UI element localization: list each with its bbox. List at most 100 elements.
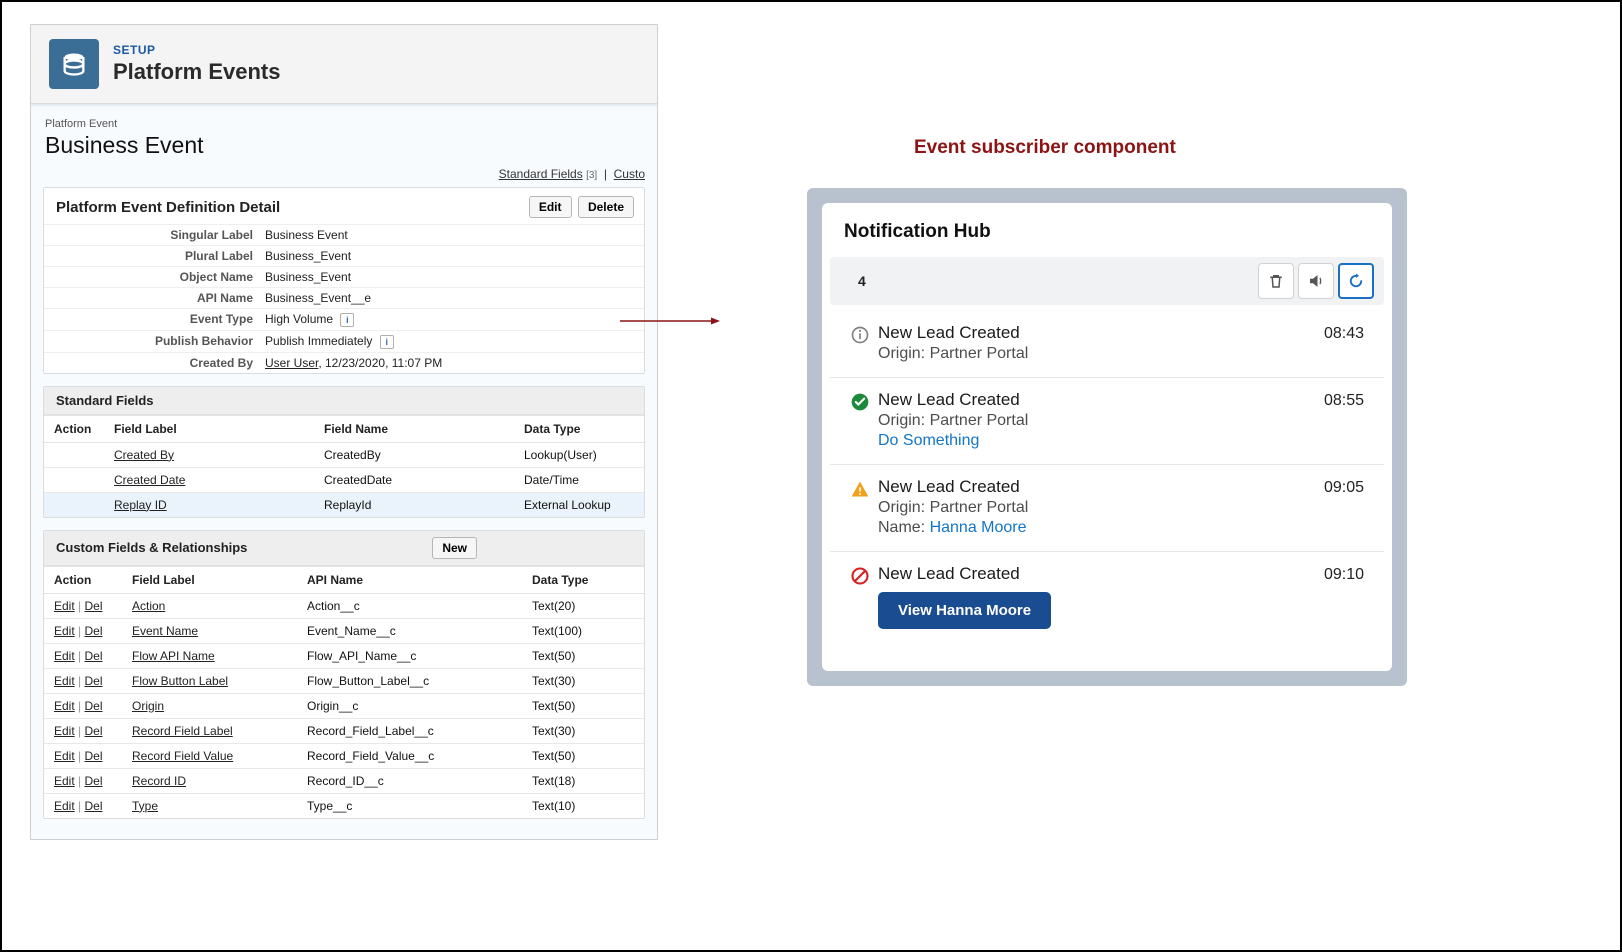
- hub-toolbar: 4: [830, 257, 1384, 305]
- object-name: Business Event: [43, 132, 645, 159]
- definition-label: Object Name: [44, 267, 259, 288]
- table-row: Created ByCreatedByLookup(User): [44, 442, 644, 467]
- notification-item: New Lead CreatedOrigin: Partner PortalNa…: [830, 464, 1384, 551]
- del-link[interactable]: Del: [84, 724, 102, 738]
- notification-record-link[interactable]: Hanna Moore: [930, 519, 1027, 536]
- table-row: Created DateCreatedDateDate/Time: [44, 467, 644, 492]
- warn-icon: [850, 477, 878, 504]
- notification-list: New Lead CreatedOrigin: Partner Portal08…: [822, 311, 1392, 643]
- edit-link[interactable]: Edit: [54, 699, 75, 713]
- notification-title: New Lead Created: [878, 323, 1324, 343]
- edit-link[interactable]: Edit: [54, 774, 75, 788]
- field-label-link[interactable]: Action: [132, 599, 165, 613]
- link-custom-fields[interactable]: Custo: [614, 167, 645, 181]
- notification-hub-panel: Notification Hub 4 New Lead CreatedOrigi…: [807, 188, 1407, 686]
- definition-label: Singular Label: [44, 225, 259, 246]
- column-header: Field Label: [104, 415, 314, 442]
- standard-fields-title: Standard Fields: [44, 387, 644, 415]
- right-title: Event subscriber component: [914, 137, 1176, 159]
- definition-value: Business_Event__e: [259, 288, 644, 309]
- del-link[interactable]: Del: [84, 599, 102, 613]
- info-icon: [850, 323, 878, 350]
- edit-link[interactable]: Edit: [54, 674, 75, 688]
- field-label-link[interactable]: Origin: [132, 699, 164, 713]
- field-label-link[interactable]: Flow Button Label: [132, 674, 228, 688]
- table-row: Edit | DelActionAction__cText(20): [44, 593, 644, 618]
- del-link[interactable]: Del: [84, 649, 102, 663]
- table-row: Edit | DelFlow Button LabelFlow_Button_L…: [44, 668, 644, 693]
- edit-link[interactable]: Edit: [54, 724, 75, 738]
- del-link[interactable]: Del: [84, 799, 102, 813]
- table-row: Replay IDReplayIdExternal Lookup: [44, 492, 644, 517]
- section-links: Standard Fields [3] | Custo: [43, 159, 645, 187]
- notification-subtitle: Origin: Partner Portal: [878, 412, 1324, 430]
- column-header: Field Label: [122, 566, 297, 593]
- column-header: Data Type: [522, 566, 644, 593]
- edit-link[interactable]: Edit: [54, 799, 75, 813]
- table-row: Edit | DelFlow API NameFlow_API_Name__cT…: [44, 643, 644, 668]
- refresh-icon-button[interactable]: [1338, 263, 1374, 299]
- field-label-link[interactable]: Event Name: [132, 624, 198, 638]
- definition-label: Event Type: [44, 309, 259, 331]
- hub-title: Notification Hub: [822, 221, 1392, 257]
- field-label-link[interactable]: Type: [132, 799, 158, 813]
- field-label-link[interactable]: Record Field Label: [132, 724, 233, 738]
- edit-link[interactable]: Edit: [54, 649, 75, 663]
- edit-link[interactable]: Edit: [54, 749, 75, 763]
- hub-count: 4: [840, 273, 866, 289]
- notification-time: 08:55: [1324, 390, 1364, 410]
- notification-title: New Lead Created: [878, 564, 1324, 584]
- database-icon: [49, 39, 99, 89]
- definition-value: Business_Event: [259, 246, 644, 267]
- column-header: Field Name: [314, 415, 514, 442]
- field-label-link[interactable]: Record ID: [132, 774, 186, 788]
- definition-value: Publish Immediately i: [259, 330, 644, 352]
- standard-fields-count: [3]: [586, 170, 597, 181]
- definition-label: Plural Label: [44, 246, 259, 267]
- user-link[interactable]: User User: [265, 356, 318, 370]
- field-label-link[interactable]: Created Date: [114, 473, 185, 487]
- notification-subtitle: Origin: Partner Portal: [878, 345, 1324, 363]
- del-link[interactable]: Del: [84, 699, 102, 713]
- del-link[interactable]: Del: [84, 774, 102, 788]
- edit-button[interactable]: Edit: [529, 196, 572, 218]
- definition-value: User User, 12/23/2020, 11:07 PM: [259, 352, 644, 373]
- check-icon: [850, 390, 878, 417]
- field-label-link[interactable]: Replay ID: [114, 498, 167, 512]
- del-link[interactable]: Del: [84, 749, 102, 763]
- definition-label: Created By: [44, 352, 259, 373]
- block-icon: [850, 564, 878, 591]
- notification-item: New Lead CreatedView Hanna Moore09:10: [830, 551, 1384, 643]
- custom-fields-table: ActionField LabelAPI NameData TypeEdit |…: [44, 566, 644, 818]
- setup-title: Platform Events: [113, 59, 281, 85]
- table-row: Edit | DelEvent NameEvent_Name__cText(10…: [44, 618, 644, 643]
- field-label-link[interactable]: Flow API Name: [132, 649, 215, 663]
- view-record-button[interactable]: View Hanna Moore: [878, 592, 1051, 629]
- definition-label: API Name: [44, 288, 259, 309]
- field-label-link[interactable]: Created By: [114, 448, 174, 462]
- edit-link[interactable]: Edit: [54, 599, 75, 613]
- info-icon[interactable]: i: [340, 313, 354, 327]
- column-header: Action: [44, 566, 122, 593]
- info-icon[interactable]: i: [380, 335, 394, 349]
- notification-link[interactable]: Do Something: [878, 432, 979, 449]
- trash-icon-button[interactable]: [1258, 263, 1294, 299]
- standard-fields-table: ActionField LabelField NameData TypeCrea…: [44, 415, 644, 517]
- column-header: API Name: [297, 566, 522, 593]
- delete-button[interactable]: Delete: [578, 196, 634, 218]
- table-row: Edit | DelRecord Field LabelRecord_Field…: [44, 718, 644, 743]
- standard-fields-section: Standard Fields ActionField LabelField N…: [43, 386, 645, 518]
- edit-link[interactable]: Edit: [54, 624, 75, 638]
- sound-icon-button[interactable]: [1298, 263, 1334, 299]
- notification-title: New Lead Created: [878, 390, 1324, 410]
- link-standard-fields[interactable]: Standard Fields: [499, 167, 583, 181]
- setup-banner: SETUP Platform Events: [31, 25, 657, 104]
- del-link[interactable]: Del: [84, 624, 102, 638]
- new-button[interactable]: New: [432, 537, 477, 559]
- definition-value: Business Event: [259, 225, 644, 246]
- platform-event-panel: SETUP Platform Events Platform Event Bus…: [30, 24, 658, 840]
- field-label-link[interactable]: Record Field Value: [132, 749, 233, 763]
- del-link[interactable]: Del: [84, 674, 102, 688]
- custom-fields-title: Custom Fields & Relationships: [56, 540, 247, 555]
- notification-title: New Lead Created: [878, 477, 1324, 497]
